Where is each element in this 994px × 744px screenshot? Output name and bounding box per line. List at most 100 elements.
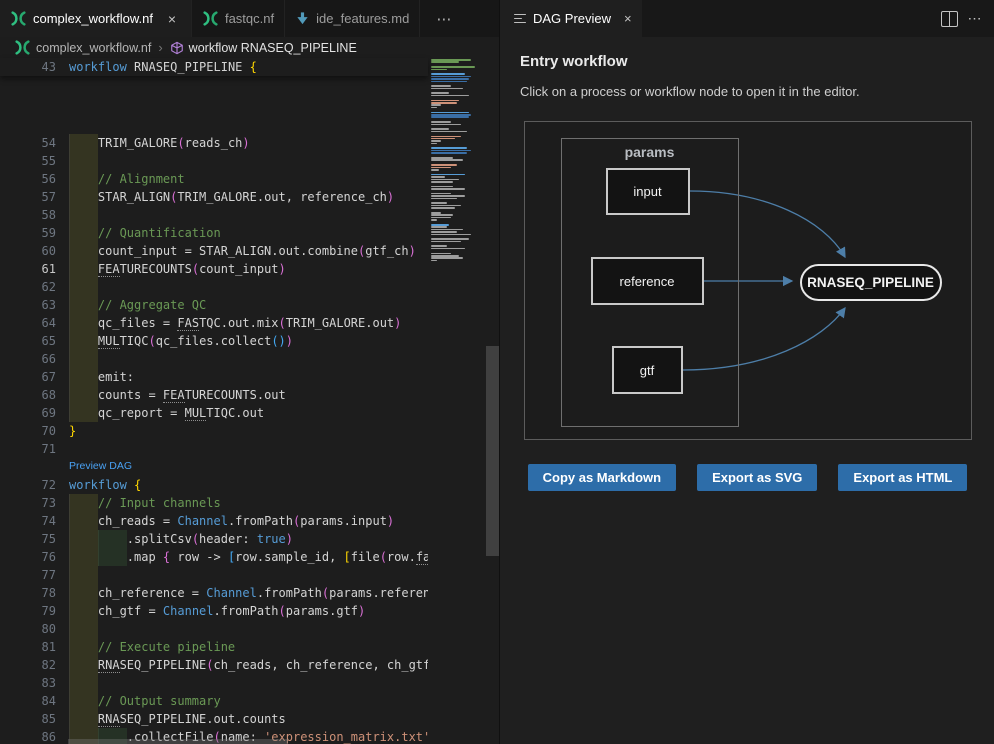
code-line: 71 xyxy=(0,440,499,458)
line-number: 58 xyxy=(0,206,56,224)
minimap-bar xyxy=(431,157,453,159)
vertical-scrollbar[interactable] xyxy=(486,58,499,744)
code-line: 56// Alignment xyxy=(0,170,499,188)
line-number: 70 xyxy=(0,422,56,440)
code-line: 58 xyxy=(0,206,499,224)
dag-node-input[interactable]: input xyxy=(606,168,690,215)
minimap-bar xyxy=(431,255,459,257)
minimap-bar xyxy=(431,95,469,97)
minimap-bar xyxy=(431,152,467,154)
minimap-bar xyxy=(431,159,463,161)
code-line: 62 xyxy=(0,278,499,296)
code-line: 66 xyxy=(0,350,499,368)
minimap-bar xyxy=(431,207,455,209)
line-number: 83 xyxy=(0,674,56,692)
minimap-bar xyxy=(431,143,437,145)
line-number: 60 xyxy=(0,242,56,260)
code-line: 64qc_files = FASTQC.out.mix(TRIM_GALORE.… xyxy=(0,314,499,332)
minimap[interactable] xyxy=(428,58,486,744)
code-line: 63// Aggregate QC xyxy=(0,296,499,314)
code-line: 85RNASEQ_PIPELINE.out.counts xyxy=(0,710,499,728)
scrollbar-thumb[interactable] xyxy=(486,346,499,556)
minimap-bar xyxy=(431,76,471,78)
minimap-bar xyxy=(431,248,465,250)
chevron-right-icon: › xyxy=(158,40,162,55)
line-number: 62 xyxy=(0,278,56,296)
line-number: 61 xyxy=(0,260,56,278)
minimap-bar xyxy=(431,138,455,140)
split-editor-icon[interactable] xyxy=(941,11,958,27)
editor-tab-complex_workflow.nf[interactable]: complex_workflow.nf × xyxy=(0,0,192,37)
minimap-bar xyxy=(431,253,451,255)
codelens-preview-dag[interactable]: Preview DAG xyxy=(69,458,132,476)
minimap-bar xyxy=(431,205,461,207)
more-actions-icon[interactable]: ⋯ xyxy=(968,10,984,27)
export-button-row: Copy as Markdown Export as SVG Export as H… xyxy=(520,464,975,491)
line-number: 67 xyxy=(0,368,56,386)
minimap-bar xyxy=(431,69,447,71)
code-line: 80 xyxy=(0,620,499,638)
nextflow-icon xyxy=(10,11,27,26)
minimap-bar xyxy=(431,174,465,176)
tab-label: complex_workflow.nf xyxy=(33,11,153,26)
sticky-line: 43 workflow RNASEQ_PIPELINE { xyxy=(0,58,428,76)
line-number: 54 xyxy=(0,134,56,152)
line-number: 69 xyxy=(0,404,56,422)
copy-as-markdown-button[interactable]: Copy as Markdown xyxy=(528,464,676,491)
editor-tab-fastqc.nf[interactable]: fastqc.nf xyxy=(192,0,285,37)
code-line: 81// Execute pipeline xyxy=(0,638,499,656)
line-number: 72 xyxy=(0,476,56,494)
export-as-html-button[interactable]: Export as HTML xyxy=(838,464,967,491)
line-number: 81 xyxy=(0,638,56,656)
line-number: 84 xyxy=(0,692,56,710)
minimap-bar xyxy=(431,81,467,83)
code-editor[interactable]: 54TRIM_GALORE(reads_ch)5556// Alignment5… xyxy=(0,58,499,744)
more-tabs-button[interactable]: ⋯ xyxy=(420,0,469,37)
horizontal-scrollbar[interactable] xyxy=(68,739,288,744)
panel-description: Click on a process or workflow node to o… xyxy=(520,84,975,99)
minimap-bar xyxy=(431,226,447,228)
breadcrumb-file[interactable]: complex_workflow.nf xyxy=(36,41,151,55)
code-line: 73// Input channels xyxy=(0,494,499,512)
code-line: 84// Output summary xyxy=(0,692,499,710)
close-icon[interactable]: × xyxy=(163,10,181,28)
export-as-svg-button[interactable]: Export as SVG xyxy=(697,464,817,491)
line-number: 55 xyxy=(0,152,56,170)
line-number: 77 xyxy=(0,566,56,584)
dag-node-RNASEQ_PIPELINE[interactable]: RNASEQ_PIPELINE xyxy=(800,264,942,301)
minimap-bar xyxy=(431,100,459,102)
minimap-bar xyxy=(431,107,437,109)
line-number: 79 xyxy=(0,602,56,620)
minimap-bar xyxy=(431,212,441,214)
dag-node-reference[interactable]: reference xyxy=(591,257,704,305)
code-line: 70} xyxy=(0,422,499,440)
minimap-bar xyxy=(431,167,451,169)
line-number: 80 xyxy=(0,620,56,638)
minimap-bar xyxy=(431,147,467,149)
code-line: 78ch_reference = Channel.fromPath(params… xyxy=(0,584,499,602)
code-line: 59// Quantification xyxy=(0,224,499,242)
dag-diagram: params inputreferencegtfRNASEQ_PIPELINE xyxy=(524,121,972,440)
breadcrumb-symbol[interactable]: workflow RNASEQ_PIPELINE xyxy=(189,41,357,55)
code-line: 75.splitCsv(header: true) xyxy=(0,530,499,548)
sticky-scroll-line[interactable]: 43 workflow RNASEQ_PIPELINE { xyxy=(0,58,428,76)
tab-label: ide_features.md xyxy=(316,11,409,26)
editor-group: complex_workflow.nf × fastqc.nf ide_feature… xyxy=(0,0,499,744)
tab-dag-preview[interactable]: DAG Preview × xyxy=(500,0,642,37)
minimap-bar xyxy=(431,231,457,233)
line-number: 86 xyxy=(0,728,56,744)
editor-tab-ide_features.md[interactable]: ide_features.md xyxy=(285,0,420,37)
line-number: 78 xyxy=(0,584,56,602)
minimap-bar xyxy=(431,78,469,80)
line-number: 43 xyxy=(0,58,56,76)
line-number: 64 xyxy=(0,314,56,332)
code-text[interactable]: workflow RNASEQ_PIPELINE { xyxy=(69,58,428,76)
code-line: 69qc_report = MULTIQC.out xyxy=(0,404,499,422)
markdown-arrow-icon xyxy=(295,11,310,26)
line-number: 59 xyxy=(0,224,56,242)
nextflow-icon xyxy=(14,40,31,55)
dag-node-gtf[interactable]: gtf xyxy=(612,346,683,394)
minimap-bar xyxy=(431,257,463,259)
minimap-bar xyxy=(431,66,475,68)
close-icon[interactable]: × xyxy=(624,11,632,26)
